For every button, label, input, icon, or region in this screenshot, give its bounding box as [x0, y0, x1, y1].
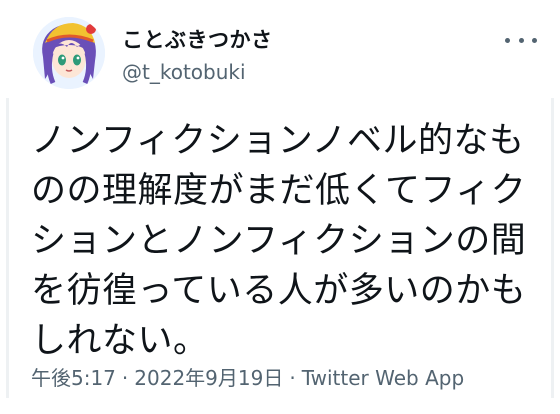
display-name[interactable]: ことぶきつかさ [122, 27, 273, 53]
more-dot [505, 37, 510, 43]
left-divider [6, 98, 9, 398]
tweet-text-line: を彷徨っている人が多いのかも [31, 271, 527, 311]
more-dot [518, 37, 524, 43]
tweet-date[interactable]: 2022年9月19日 [134, 366, 283, 390]
avatar-illustration [33, 17, 105, 89]
tweet-text-line: ノンフィクションノベル的なも [31, 121, 525, 161]
tweet-text-line: ションとノンフィクションの間 [31, 221, 527, 261]
tweet-source[interactable]: Twitter Web App [302, 366, 464, 390]
tweet-text-line: のの理解度がまだ低くてフィク [31, 171, 527, 211]
tweet-text: ノンフィクションノベル的なも のの理解度がまだ低くてフィク ションとノンフィクシ… [31, 116, 541, 366]
tweet-time[interactable]: 午後5:17 [31, 366, 116, 390]
tweet-text-line: しれない。 [31, 321, 209, 361]
meta-separator: · [289, 366, 296, 390]
meta-separator: · [121, 366, 129, 390]
tweet-metadata: 午後5:17 · 2022年9月19日 · Twitter Web App [31, 366, 464, 390]
user-handle[interactable]: @t_kotobuki [122, 60, 246, 84]
more-dot [532, 37, 537, 43]
right-divider [551, 98, 554, 398]
tweet-card: ことぶきつかさ @t_kotobuki ノンフィクションノベル的なも のの理解度… [0, 0, 560, 414]
more-horizontal-icon[interactable] [505, 30, 537, 50]
avatar[interactable] [33, 17, 105, 89]
